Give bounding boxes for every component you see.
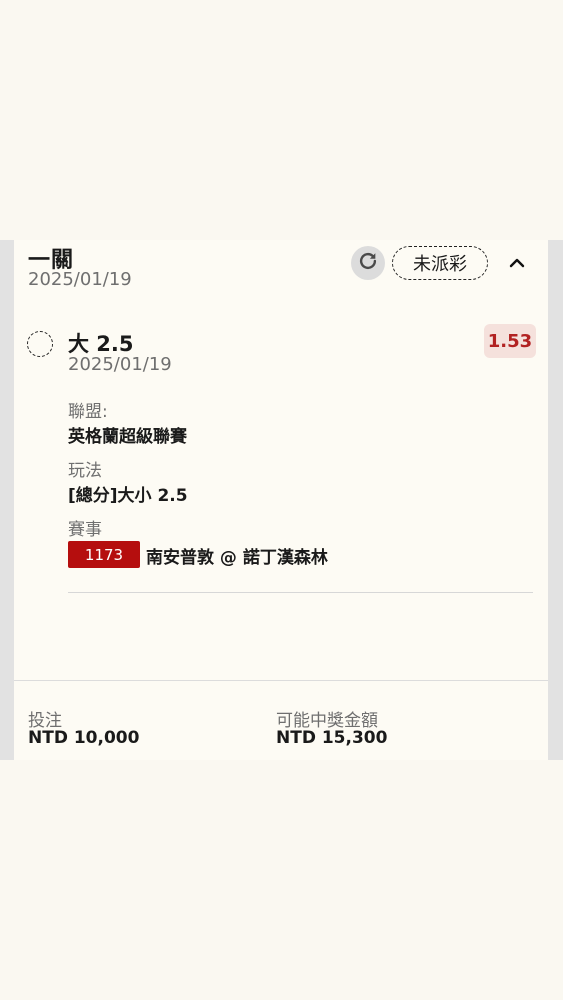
stake-value: NTD 10,000	[28, 728, 140, 748]
market-label: 玩法	[68, 461, 102, 481]
collapse-button[interactable]	[506, 252, 528, 274]
match-name: 南安普敦 @ 諾丁漢森林	[146, 548, 328, 568]
refresh-button[interactable]	[351, 246, 385, 280]
bet-card: 一關 2025/01/19 未派彩 大 2.5 2025/01/19 1.53 …	[14, 240, 548, 760]
status-badge: 未派彩	[392, 246, 488, 280]
footer-divider	[14, 680, 548, 681]
selection-divider	[68, 592, 533, 593]
league-value: 英格蘭超級聯賽	[68, 427, 187, 447]
payout-value: NTD 15,300	[276, 728, 388, 748]
selection-date: 2025/01/19	[68, 354, 172, 375]
bet-date: 2025/01/19	[28, 269, 132, 290]
chevron-up-icon	[509, 254, 525, 273]
league-label: 聯盟:	[68, 402, 108, 422]
refresh-icon	[357, 250, 379, 276]
market-value: [總分]大小 2.5	[68, 486, 188, 506]
event-label: 賽事	[68, 520, 102, 540]
odds-badge: 1.53	[484, 324, 536, 358]
match-id-badge: 1173	[68, 541, 140, 568]
selection-status-circle	[27, 331, 53, 357]
